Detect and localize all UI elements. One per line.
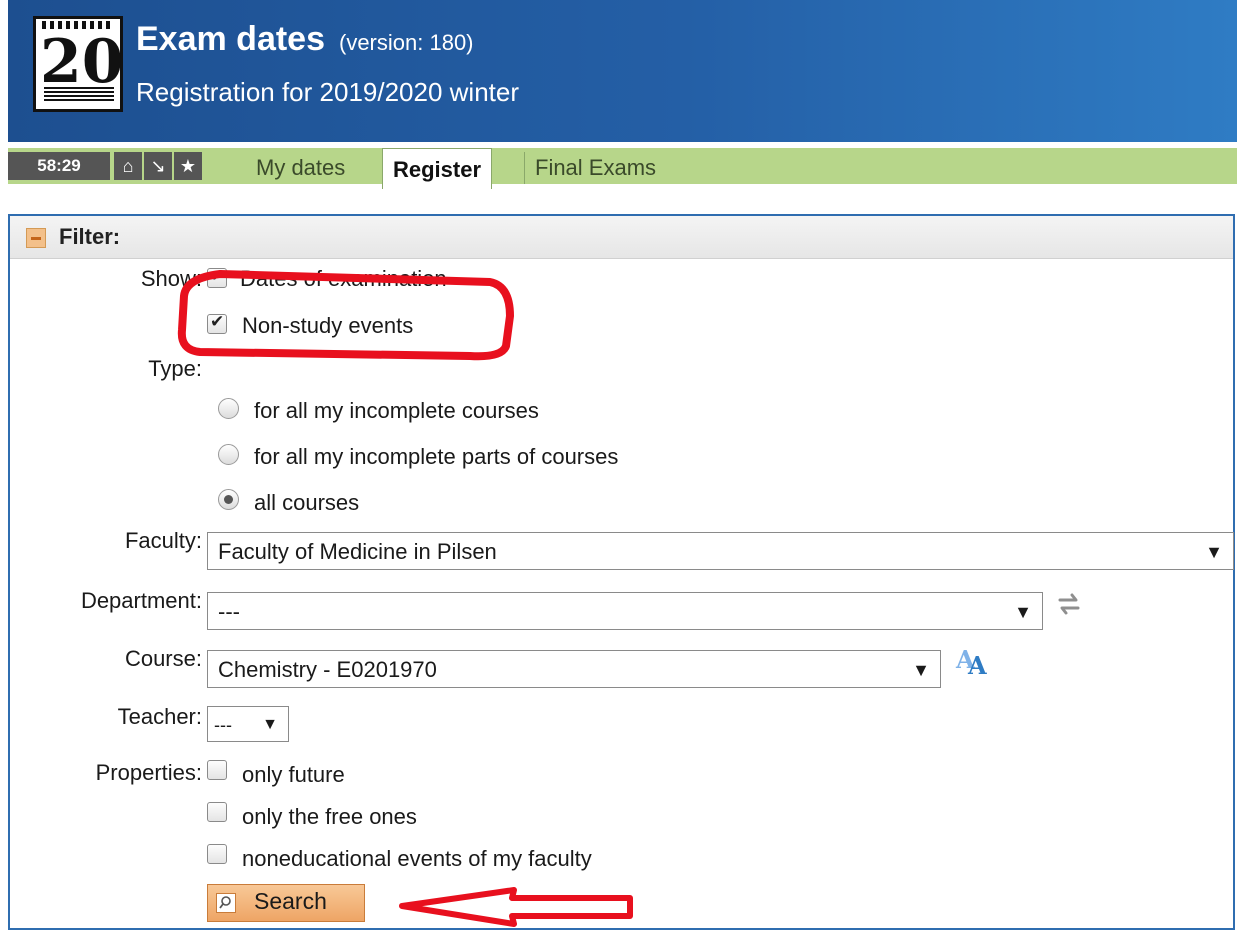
teacher-select[interactable]: --- ▼: [207, 706, 289, 742]
teacher-value: ---: [214, 715, 232, 735]
page-title: Exam dates (version: 180): [136, 20, 474, 58]
only-future-label: only future: [242, 762, 345, 787]
filter-title: Filter:: [59, 224, 121, 249]
course-value: Chemistry - E0201970: [218, 657, 437, 682]
home-icon[interactable]: ⌂: [114, 152, 142, 180]
incomplete-courses-label: for all my incomplete courses: [254, 398, 539, 423]
only-future-checkbox[interactable]: [207, 760, 227, 780]
properties-label: Properties:: [95, 760, 202, 785]
search-button[interactable]: Search: [207, 884, 365, 922]
incomplete-parts-radio[interactable]: [218, 444, 239, 465]
chevron-down-icon: ▼: [1205, 542, 1223, 562]
faculty-label: Faculty:: [124, 528, 202, 553]
calendar-icon: 20: [33, 16, 124, 112]
search-icon: [216, 893, 236, 913]
chevron-down-icon: ▼: [1014, 602, 1032, 622]
chevron-down-icon: ▼: [912, 660, 930, 680]
all-courses-radio[interactable]: [218, 489, 239, 510]
annotation-arrow: [399, 887, 633, 927]
annotation-highlight: [177, 270, 514, 361]
department-label: Department:: [80, 588, 202, 613]
svg-text:A: A: [967, 651, 987, 678]
only-free-checkbox[interactable]: [207, 802, 227, 822]
tab-register[interactable]: Register: [382, 148, 493, 189]
app-header: 20 Exam dates (version: 180) Registration…: [8, 0, 1237, 142]
tab-bar: 58:29 ⌂ ↘ ★ My dates Register Final Exam…: [8, 148, 1237, 189]
department-select[interactable]: --- ▼: [207, 592, 1043, 630]
star-icon[interactable]: ★: [174, 152, 202, 180]
incomplete-courses-radio[interactable]: [218, 398, 239, 419]
session-timer: 58:29: [8, 152, 110, 180]
chevron-down-icon: ▼: [262, 716, 278, 733]
teacher-label: Teacher:: [117, 704, 202, 729]
collapse-toggle[interactable]: [26, 228, 46, 248]
tab-my-dates[interactable]: My dates: [246, 152, 355, 184]
noneducational-events-label: noneducational events of my faculty: [242, 846, 592, 871]
department-value: ---: [218, 599, 240, 624]
search-button-label: Search: [254, 888, 327, 914]
only-free-label: only the free ones: [242, 804, 417, 829]
page-subtitle: Registration for 2019/2020 winter: [136, 77, 520, 107]
incomplete-parts-label: for all my incomplete parts of courses: [254, 444, 619, 469]
faculty-value: Faculty of Medicine in Pilsen: [218, 539, 497, 564]
version-label: (version: 180): [339, 30, 474, 55]
faculty-select[interactable]: Faculty of Medicine in Pilsen ▼: [207, 532, 1234, 570]
type-label: Type:: [148, 356, 202, 381]
refresh-icon[interactable]: [1056, 590, 1082, 618]
download-icon[interactable]: ↘: [144, 152, 172, 180]
alphabet-sort-icon[interactable]: A A: [954, 644, 994, 678]
noneducational-events-checkbox[interactable]: [207, 844, 227, 864]
all-courses-label: all courses: [254, 490, 360, 515]
course-label: Course:: [124, 646, 202, 671]
tab-final-exams[interactable]: Final Exams: [524, 152, 666, 184]
filter-header: Filter:: [10, 216, 1233, 259]
course-select[interactable]: Chemistry - E0201970 ▼: [207, 650, 941, 688]
